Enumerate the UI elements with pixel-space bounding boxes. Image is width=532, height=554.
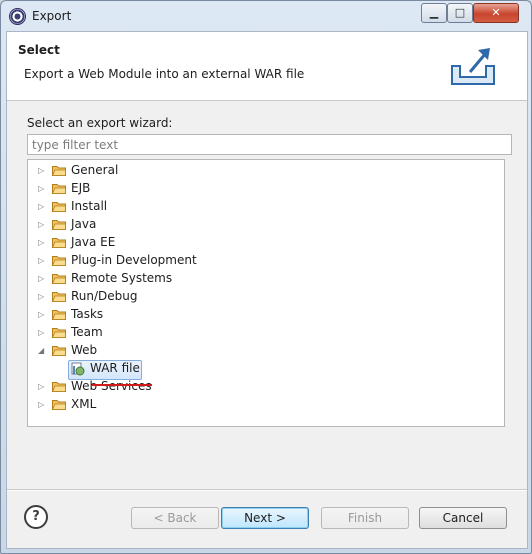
tree-item[interactable]: ▷ EJB — [28, 180, 504, 198]
folder-icon — [52, 166, 66, 176]
expand-arrow-icon[interactable]: ▷ — [38, 399, 46, 411]
tree-item[interactable]: ▷ Remote Systems — [28, 270, 504, 288]
filter-input[interactable] — [27, 134, 512, 155]
folder-icon — [52, 274, 66, 284]
expand-arrow-icon[interactable]: ▷ — [38, 237, 46, 249]
folder-icon — [52, 256, 66, 266]
wizard-tree[interactable]: ▷ General ▷ EJB ▷ Install ▷ Java ▷ Java EE ▷ Plug-i… — [27, 159, 505, 427]
expand-arrow-icon[interactable]: ▷ — [38, 201, 46, 213]
expand-arrow-icon[interactable]: ▷ — [38, 291, 46, 303]
tree-item-label: Install — [71, 199, 108, 213]
expand-arrow-icon[interactable]: ▷ — [38, 255, 46, 267]
folder-icon — [52, 202, 66, 212]
tree-item-label: WAR file — [90, 361, 140, 375]
cancel-button[interactable]: Cancel — [419, 507, 507, 529]
export-wizard-icon — [451, 48, 495, 85]
tree-item-label: Web Services — [71, 379, 152, 393]
folder-icon — [52, 184, 66, 194]
minimize-button[interactable]: ▁ — [421, 3, 447, 23]
folder-icon — [52, 346, 66, 356]
tree-item[interactable]: ◢ Web — [28, 342, 504, 360]
tree-item-label: XML — [71, 397, 97, 411]
collapse-arrow-icon[interactable]: ◢ — [38, 345, 46, 357]
back-button[interactable]: < Back — [131, 507, 219, 529]
war-file-icon — [71, 362, 85, 376]
tree-item-label: Team — [71, 325, 103, 339]
wizard-header: Select Export a Web Module into an exter… — [7, 32, 527, 101]
finish-button[interactable]: Finish — [321, 507, 409, 529]
window-title: Export — [32, 9, 72, 23]
expand-arrow-icon[interactable]: ▷ — [38, 165, 46, 177]
annotation-underline — [92, 384, 152, 386]
button-bar-divider — [7, 489, 527, 491]
tree-item[interactable]: ▷ Install — [28, 198, 504, 216]
folder-icon — [52, 382, 66, 392]
expand-arrow-icon[interactable]: ▷ — [38, 219, 46, 231]
tree-item[interactable]: ▷ XML — [28, 396, 504, 414]
tree-item-label: EJB — [71, 181, 91, 195]
tree-item-label: Java EE — [71, 235, 116, 249]
folder-icon — [52, 328, 66, 338]
page-description: Export a Web Module into an external WAR… — [24, 67, 305, 81]
wizard-label: Select an export wizard: — [27, 116, 173, 130]
tree-item[interactable]: ▷ Plug-in Development — [28, 252, 504, 270]
folder-icon — [52, 400, 66, 410]
expand-arrow-icon[interactable]: ▷ — [38, 183, 46, 195]
next-button[interactable]: Next > — [221, 507, 309, 529]
tree-item[interactable]: ▷ Team — [28, 324, 504, 342]
expand-arrow-icon[interactable]: ▷ — [38, 327, 46, 339]
folder-icon — [52, 220, 66, 230]
close-button[interactable]: ✕ — [473, 3, 519, 23]
expand-arrow-icon[interactable]: ▷ — [38, 273, 46, 285]
tree-item-label: Run/Debug — [71, 289, 138, 303]
tree-item-label: Web — [71, 343, 98, 357]
tree-item-label: Tasks — [71, 307, 104, 321]
tree-item[interactable]: ▷ Web Services — [28, 378, 504, 396]
tree-item[interactable]: ▷ Run/Debug — [28, 288, 504, 306]
tree-item[interactable]: ▷ Java EE — [28, 234, 504, 252]
tree-item[interactable]: ▷ General — [28, 162, 504, 180]
eclipse-app-icon — [9, 8, 26, 25]
tree-item-label: Java — [71, 217, 97, 231]
tree-item[interactable]: ▷ Java — [28, 216, 504, 234]
dialog-body: Select Export a Web Module into an exter… — [6, 31, 528, 549]
tree-item-label: Plug-in Development — [71, 253, 197, 267]
tree-item[interactable]: ▷ Tasks — [28, 306, 504, 324]
folder-icon — [52, 238, 66, 248]
maximize-button[interactable]: □ — [447, 3, 473, 23]
expand-arrow-icon[interactable]: ▷ — [38, 381, 46, 393]
tree-item-label: Remote Systems — [71, 271, 173, 285]
help-icon[interactable]: ? — [24, 505, 48, 529]
export-dialog: Export ▁ □ ✕ Select Export a Web Module … — [0, 0, 532, 554]
expand-arrow-icon[interactable]: ▷ — [38, 309, 46, 321]
folder-icon — [52, 310, 66, 320]
page-title: Select — [18, 43, 60, 57]
folder-icon — [52, 292, 66, 302]
tree-item-label: General — [71, 163, 119, 177]
tree-item-war-file[interactable]: WAR file — [68, 360, 142, 380]
title-bar[interactable]: Export ▁ □ ✕ — [1, 1, 531, 31]
